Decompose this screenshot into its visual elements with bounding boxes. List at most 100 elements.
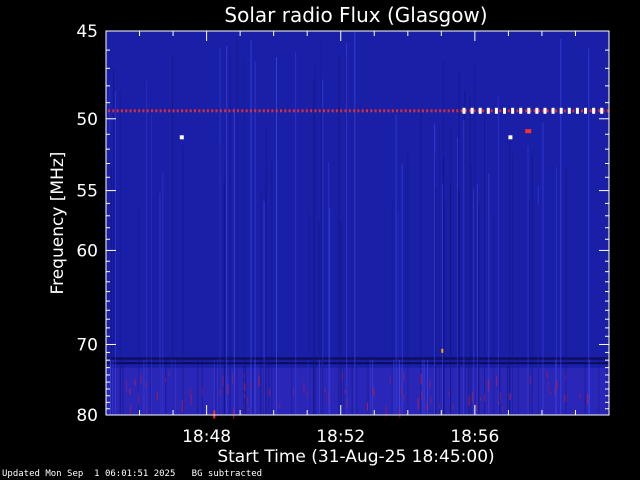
low-band-speck — [247, 406, 249, 412]
interference-dot — [516, 109, 519, 113]
low-band-speck — [233, 408, 235, 419]
low-band-speck — [527, 398, 529, 403]
x-tick-label: 18:48 — [182, 427, 231, 447]
bright-dot — [511, 107, 515, 114]
low-band-speck — [227, 383, 229, 395]
interference-dot — [159, 109, 162, 113]
footer-updated: Updated Mon Sep 1 06:01:51 2025 — [2, 469, 176, 479]
low-band-speck — [417, 398, 419, 410]
interference-dot — [490, 109, 493, 113]
y-tick-label: 50 — [76, 110, 98, 130]
interference-dot — [284, 109, 287, 113]
low-band-speck — [529, 375, 531, 384]
low-band-speck — [549, 391, 551, 395]
low-band-speck — [471, 391, 473, 403]
interference-dot — [374, 109, 377, 113]
interference-dot — [215, 109, 218, 113]
orange-spot — [441, 348, 444, 353]
interference-dot — [331, 109, 334, 113]
interference-dot — [439, 109, 442, 113]
low-band-speck — [547, 380, 549, 391]
low-band-speck — [429, 380, 431, 390]
low-band-speck — [344, 390, 346, 394]
interference-dot — [404, 109, 407, 113]
low-band-speck — [181, 400, 183, 413]
interference-dot — [228, 109, 231, 113]
bright-dot — [567, 107, 571, 114]
interference-dot — [421, 109, 424, 113]
interference-dot — [271, 109, 274, 113]
y-tick-label: 60 — [76, 241, 98, 261]
bright-dot — [478, 107, 482, 114]
low-band-speck — [222, 375, 224, 386]
x-tick-label: 18:52 — [316, 427, 365, 447]
interference-dot — [460, 109, 463, 113]
low-band-speck — [201, 386, 203, 396]
bright-dot — [543, 107, 547, 114]
bright-dot — [584, 107, 587, 114]
interference-dot — [555, 109, 558, 113]
interference-dot — [572, 109, 575, 113]
low-band-speck — [565, 374, 567, 380]
interference-dot — [361, 109, 364, 113]
interference-dot — [254, 109, 257, 113]
low-band-speck — [165, 378, 167, 383]
low-band-speck — [232, 374, 233, 384]
low-band-speck — [341, 372, 343, 382]
interference-dot — [353, 109, 356, 113]
bright-dot — [470, 107, 474, 114]
low-band-speck — [587, 393, 588, 405]
interference-dot — [409, 109, 411, 113]
interference-dot — [305, 109, 308, 113]
red-spot — [525, 129, 532, 134]
low-band-speck — [306, 392, 308, 398]
interference-dot — [426, 109, 429, 113]
low-band-speck — [448, 392, 450, 397]
interference-dot — [335, 109, 338, 113]
low-band-speck — [564, 395, 566, 403]
low-band-speck — [129, 388, 131, 395]
low-band-speck — [401, 385, 403, 395]
low-band-speck — [258, 375, 260, 386]
low-band-speck — [496, 376, 498, 387]
low-band-speck — [502, 406, 504, 412]
interference-dot — [189, 109, 192, 113]
low-band-speck — [452, 405, 454, 410]
chart-title: Solar radio Flux (Glasgow) — [224, 3, 487, 27]
interference-dot — [211, 109, 214, 113]
interference-dot — [482, 109, 485, 113]
interference-dot — [275, 109, 278, 113]
y-tick-label: 55 — [76, 182, 98, 202]
interference-dot — [430, 109, 433, 113]
low-band-speck — [499, 392, 501, 401]
low-band-speck — [146, 406, 148, 413]
interference-dot — [206, 109, 209, 113]
low-band-speck — [546, 372, 548, 378]
spectrogram-chart: 45 50 55 60 70 80 18:48 18:52 18:56 Solar radio … — [0, 0, 640, 480]
low-band-speck — [373, 391, 375, 398]
low-band-speck — [213, 399, 214, 402]
low-band-speck — [554, 389, 556, 395]
low-band-speck — [279, 403, 281, 408]
footer-note: BG subtracted — [191, 469, 263, 479]
interference-dot — [297, 109, 300, 113]
low-band-speck — [420, 374, 422, 385]
low-band-speck — [421, 391, 423, 401]
interference-dot — [267, 109, 270, 113]
bright-dot — [503, 107, 506, 114]
bright-dot — [494, 107, 498, 114]
low-band-speck — [168, 372, 170, 377]
y-tick-label: 70 — [76, 335, 98, 355]
low-band-speck — [475, 403, 477, 411]
low-band-speck — [134, 379, 136, 386]
interference-dot — [370, 109, 373, 113]
interference-dot — [142, 109, 145, 113]
low-band-speck — [243, 374, 245, 378]
interference-dot — [391, 109, 394, 113]
interference-dot — [181, 109, 184, 113]
interference-dot — [202, 109, 205, 113]
interference-dot — [434, 109, 437, 113]
interference-dot — [258, 109, 261, 113]
low-band-speck — [498, 401, 500, 405]
interference-dot — [288, 109, 291, 113]
